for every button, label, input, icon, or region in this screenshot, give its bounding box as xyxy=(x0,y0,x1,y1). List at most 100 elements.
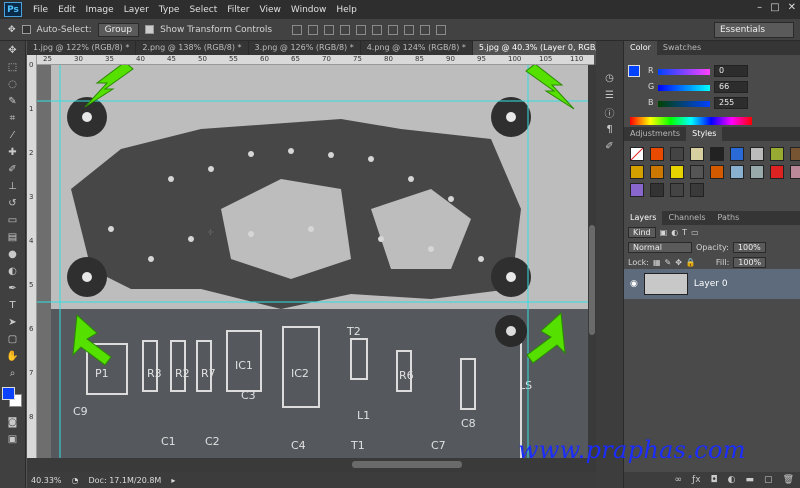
quick-mask-icon[interactable]: ◙ xyxy=(5,415,21,430)
channel-g-slider[interactable] xyxy=(658,85,710,91)
layer-row[interactable]: ◉ Layer 0 xyxy=(624,269,800,299)
brush-tool[interactable]: ✐ xyxy=(5,162,21,177)
document-canvas[interactable]: P1 C9 R3 R2 R7 IC1 IC2 C3 T2 R6 C4 T1 L1… xyxy=(37,65,588,458)
adjustment-layer-icon[interactable]: ◐ xyxy=(728,475,736,485)
delete-layer-icon[interactable]: 🗑 xyxy=(783,475,794,485)
menu-select[interactable]: Select xyxy=(184,5,222,15)
tab-1-jpg[interactable]: 1.jpg @ 122% (RGB/8) * xyxy=(27,41,137,55)
style-swatch[interactable] xyxy=(630,183,644,197)
gradient-tool[interactable]: ▤ xyxy=(5,230,21,245)
history-icon[interactable]: ◷ xyxy=(602,71,618,86)
layer-name[interactable]: Layer 0 xyxy=(694,279,728,289)
align-center-icon[interactable] xyxy=(356,24,367,35)
move-tool[interactable]: ✥ xyxy=(5,43,21,58)
style-swatch[interactable] xyxy=(650,147,664,161)
style-swatch[interactable] xyxy=(770,147,784,161)
style-swatch[interactable] xyxy=(790,165,800,179)
foreground-color-swatch[interactable] xyxy=(1,387,15,400)
close-button[interactable]: ✕ xyxy=(788,2,796,13)
channel-b-slider[interactable] xyxy=(658,101,710,107)
distribute-v-icon[interactable] xyxy=(420,24,431,35)
auto-select-dropdown[interactable]: Group xyxy=(97,22,140,37)
align-right-icon[interactable] xyxy=(372,24,383,35)
maximize-button[interactable]: □ xyxy=(770,2,779,13)
filter-adjust-icon[interactable]: ◐ xyxy=(671,228,678,237)
status-arrow-icon[interactable]: ▸ xyxy=(171,476,175,485)
style-swatch[interactable] xyxy=(650,165,664,179)
brush-presets-icon[interactable]: ✐ xyxy=(602,139,618,154)
style-swatch[interactable] xyxy=(770,165,784,179)
path-select-tool[interactable]: ➤ xyxy=(5,315,21,330)
quick-select-tool[interactable]: ✎ xyxy=(5,94,21,109)
lock-pixels-icon[interactable]: ▦ xyxy=(653,258,661,267)
filter-type-icon[interactable]: T xyxy=(682,228,687,237)
menu-image[interactable]: Image xyxy=(81,5,119,15)
tab-swatches[interactable]: Swatches xyxy=(657,41,707,55)
tab-2-png[interactable]: 2.png @ 138% (RGB/8) * xyxy=(136,41,249,55)
fx-icon[interactable]: ƒx xyxy=(692,475,701,485)
tab-adjustments[interactable]: Adjustments xyxy=(624,127,686,141)
screen-mode-icon[interactable]: ▣ xyxy=(5,432,21,447)
channel-b-value[interactable]: 255 xyxy=(714,97,748,109)
opacity-value[interactable]: 100% xyxy=(732,242,766,253)
tab-paths[interactable]: Paths xyxy=(712,211,746,225)
menu-help[interactable]: Help xyxy=(331,5,362,15)
kind-filter-dropdown[interactable]: Kind xyxy=(628,227,656,238)
tab-layers[interactable]: Layers xyxy=(624,211,663,225)
style-none[interactable] xyxy=(630,147,644,161)
style-swatch[interactable] xyxy=(690,165,704,179)
new-layer-icon[interactable]: ▢ xyxy=(764,475,773,485)
link-layers-icon[interactable]: ∞ xyxy=(675,475,683,485)
color-swatches[interactable] xyxy=(1,387,24,409)
tab-color[interactable]: Color xyxy=(624,41,657,55)
menu-file[interactable]: File xyxy=(28,5,53,15)
menu-filter[interactable]: Filter xyxy=(222,5,254,15)
align-left-icon[interactable] xyxy=(340,24,351,35)
move-tool-icon[interactable]: ✥ xyxy=(8,25,16,35)
horizontal-scrollbar[interactable] xyxy=(27,458,596,472)
lasso-tool[interactable]: ◌ xyxy=(5,77,21,92)
style-swatch[interactable] xyxy=(710,165,724,179)
eraser-tool[interactable]: ▭ xyxy=(5,213,21,228)
style-swatch[interactable] xyxy=(790,147,800,161)
minimize-button[interactable]: – xyxy=(757,2,762,13)
new-group-icon[interactable]: ▬ xyxy=(746,475,755,485)
style-swatch[interactable] xyxy=(670,183,684,197)
style-swatch[interactable] xyxy=(750,165,764,179)
align-middle-icon[interactable] xyxy=(308,24,319,35)
marquee-tool[interactable]: ⬚ xyxy=(5,60,21,75)
style-swatch[interactable] xyxy=(690,147,704,161)
channel-r-slider[interactable] xyxy=(658,69,710,75)
dodge-tool[interactable]: ◐ xyxy=(5,264,21,279)
lock-paint-icon[interactable]: ✎ xyxy=(665,258,672,267)
menu-type[interactable]: Type xyxy=(154,5,185,15)
lock-move-icon[interactable]: ✥ xyxy=(675,258,682,267)
menu-window[interactable]: Window xyxy=(286,5,332,15)
properties-icon[interactable]: ☰ xyxy=(602,88,618,103)
align-top-icon[interactable] xyxy=(292,24,303,35)
auto-align-icon[interactable] xyxy=(436,24,447,35)
info-icon[interactable]: ⓘ xyxy=(602,105,618,120)
channel-r-value[interactable]: 0 xyxy=(714,65,748,77)
paragraph-icon[interactable]: ¶ xyxy=(602,122,618,137)
channel-g-value[interactable]: 66 xyxy=(714,81,748,93)
color-fg-swatch[interactable] xyxy=(628,65,640,77)
doc-size[interactable]: Doc: 17.1M/20.8M xyxy=(89,476,162,485)
add-mask-icon[interactable]: ◘ xyxy=(711,475,718,485)
filter-pixel-icon[interactable]: ▣ xyxy=(660,228,668,237)
fill-value[interactable]: 100% xyxy=(733,257,767,268)
crop-tool[interactable]: ⌗ xyxy=(5,111,21,126)
blend-mode-dropdown[interactable]: Normal xyxy=(628,242,692,253)
tab-channels[interactable]: Channels xyxy=(662,211,711,225)
style-swatch[interactable] xyxy=(650,183,664,197)
blur-tool[interactable]: ● xyxy=(5,247,21,262)
vertical-scrollbar[interactable] xyxy=(588,65,596,458)
align-bottom-icon[interactable] xyxy=(324,24,335,35)
history-brush-tool[interactable]: ↺ xyxy=(5,196,21,211)
menu-view[interactable]: View xyxy=(255,5,286,15)
tab-styles[interactable]: Styles xyxy=(686,127,723,141)
lock-all-icon[interactable]: 🔒 xyxy=(686,258,696,267)
style-swatch[interactable] xyxy=(630,165,644,179)
stamp-tool[interactable]: ⊥ xyxy=(5,179,21,194)
style-swatch[interactable] xyxy=(670,147,684,161)
